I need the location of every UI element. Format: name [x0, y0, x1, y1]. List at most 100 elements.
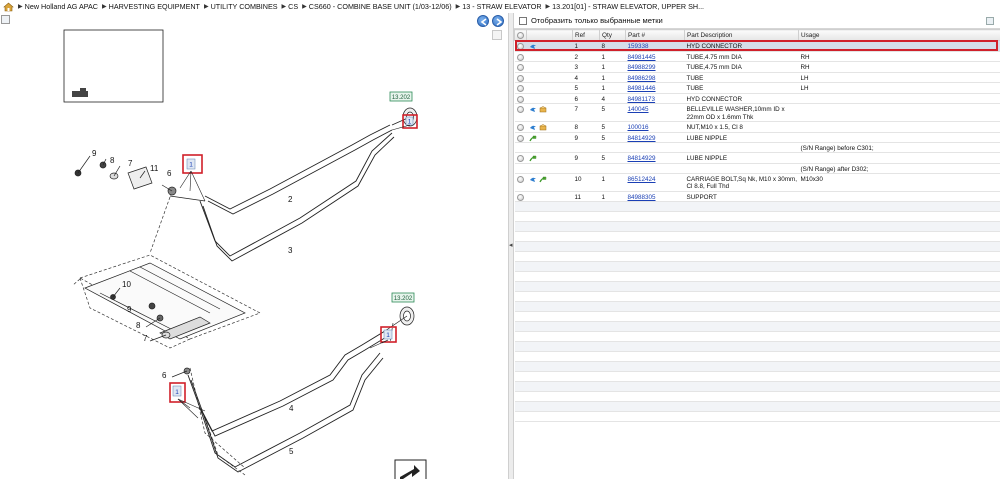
row-select-icon[interactable]: [516, 134, 524, 142]
part-number-cell[interactable]: 84814929: [625, 152, 685, 164]
table-row[interactable]: 4 1 84986298 TUBE LH: [514, 72, 1000, 83]
table-row[interactable]: 5 1 84981446 TUBE LH: [514, 82, 1000, 94]
row-select-icon[interactable]: [516, 53, 524, 61]
part-number-cell[interactable]: 84988305: [625, 191, 685, 202]
table-row[interactable]: 9 5 84814929 LUBE NIPPLE: [514, 152, 1000, 164]
show-selected-checkbox[interactable]: [519, 16, 527, 25]
table-row[interactable]: 6 4 84981173 HYD CONNECTOR: [514, 93, 1000, 104]
breadcrumb-item[interactable]: ▶ CS660 - COMBINE BASE UNIT (1/03-12/06): [302, 2, 452, 11]
callout-highlight-1b[interactable]: 1: [182, 154, 203, 174]
part-number-cell[interactable]: 84814929: [625, 132, 685, 143]
collapse-arrow-icon[interactable]: ◂: [509, 241, 513, 249]
part-number-link[interactable]: 159338: [628, 43, 649, 50]
breadcrumb-item[interactable]: ▶ UTILITY COMBINES: [204, 2, 278, 11]
header-part-number[interactable]: Part #: [625, 29, 685, 41]
row-select-cell[interactable]: [514, 173, 527, 192]
part-number-link[interactable]: 84988299: [628, 64, 656, 71]
table-row[interactable]: 2 1 84981445 TUBE,4.75 mm DIA RH: [514, 51, 1000, 62]
header-select[interactable]: [514, 29, 527, 41]
part-number-cell[interactable]: [625, 142, 685, 153]
row-select-cell[interactable]: [514, 152, 527, 164]
part-number-link[interactable]: 84814929: [628, 155, 656, 162]
row-select-icon[interactable]: [516, 74, 524, 82]
usage-note-row[interactable]: (S/N Range) after D302;: [514, 163, 1000, 174]
row-select-icon[interactable]: [516, 85, 524, 92]
table-row[interactable]: 9 5 84814929 LUBE NIPPLE: [514, 132, 1000, 143]
part-number-cell[interactable]: 84981445: [625, 51, 685, 62]
row-select-icon[interactable]: [516, 155, 524, 162]
row-select-icon[interactable]: [516, 64, 524, 71]
callout-highlight-1c[interactable]: 1: [380, 326, 397, 343]
row-select-cell[interactable]: [514, 142, 527, 153]
part-number-cell[interactable]: 84981446: [625, 82, 685, 94]
part-number-link[interactable]: 84981446: [628, 85, 656, 92]
print-icon[interactable]: [986, 17, 994, 25]
package-icon[interactable]: [539, 106, 547, 113]
row-select-cell[interactable]: [514, 103, 527, 122]
row-select-cell[interactable]: [514, 72, 527, 83]
ref-tag-lower[interactable]: 13.202: [391, 292, 415, 303]
show-selected-label[interactable]: Отобразить только выбранные метки: [531, 16, 663, 25]
part-number-cell[interactable]: 140045: [625, 103, 685, 122]
row-select-icon[interactable]: [516, 193, 524, 201]
part-number-cell[interactable]: 84988299: [625, 61, 685, 73]
part-number-link[interactable]: 86512424: [628, 176, 656, 183]
header-part-description[interactable]: Part Description: [684, 29, 799, 41]
part-number-cell[interactable]: 159338: [625, 40, 685, 52]
part-number-cell[interactable]: 84986298: [625, 72, 685, 83]
part-number-link[interactable]: 84814929: [628, 135, 656, 142]
info-icon[interactable]: [529, 124, 537, 131]
row-select-cell[interactable]: [514, 191, 527, 202]
table-row[interactable]: 11 1 84988305 SUPPORT: [514, 191, 1000, 202]
row-select-cell[interactable]: [514, 40, 527, 52]
breadcrumb-item[interactable]: ▶ CS: [282, 2, 299, 11]
row-select-icon[interactable]: [516, 95, 524, 103]
breadcrumb-item[interactable]: ▶ New Holland AG APAC: [18, 2, 98, 11]
package-icon[interactable]: [539, 124, 547, 131]
part-number-cell[interactable]: [625, 163, 685, 174]
info-icon[interactable]: [529, 106, 537, 113]
info-icon[interactable]: [529, 43, 537, 50]
table-row[interactable]: 10 1 86512424 CARRIAGE BOLT,Sq Nk, M10 x 30…: [514, 173, 1000, 192]
row-select-icon[interactable]: [516, 106, 524, 113]
row-select-cell[interactable]: [514, 51, 527, 62]
home-icon[interactable]: [3, 2, 14, 12]
part-number-link[interactable]: 84981445: [628, 54, 656, 61]
green-arrow-icon[interactable]: [528, 155, 537, 162]
empty-row: [514, 361, 1000, 372]
table-row[interactable]: 3 1 84988299 TUBE,4.75 mm DIA RH: [514, 61, 1000, 73]
row-select-cell[interactable]: [514, 61, 527, 73]
part-number-link[interactable]: 84988305: [628, 194, 656, 201]
breadcrumb-item[interactable]: ▶ 13 - STRAW ELEVATOR: [456, 2, 542, 11]
row-select-icon[interactable]: [516, 175, 524, 183]
part-number-link[interactable]: 140045: [628, 106, 649, 113]
row-select-cell[interactable]: [514, 121, 527, 133]
part-number-link[interactable]: 84981173: [628, 96, 656, 103]
breadcrumb-item[interactable]: ▶ HARVESTING EQUIPMENT: [102, 2, 200, 11]
row-select-icon[interactable]: [516, 124, 524, 131]
part-number-link[interactable]: 100016: [628, 124, 649, 131]
row-select-cell[interactable]: [514, 163, 527, 174]
part-number-cell[interactable]: 84981173: [625, 93, 685, 104]
green-arrow-icon[interactable]: [538, 176, 547, 183]
select-all-icon[interactable]: [517, 31, 524, 39]
green-arrow-icon[interactable]: [528, 135, 537, 142]
header-ref[interactable]: Ref: [572, 29, 600, 41]
table-row[interactable]: 1 8 159338 HYD CONNECTOR: [514, 40, 1000, 52]
usage-note-row[interactable]: (S/N Range) before C301;: [514, 142, 1000, 153]
header-usage[interactable]: Usage: [798, 29, 1000, 41]
table-row[interactable]: 8 5 100016 NUT,M10 x 1.5, Cl 8: [514, 121, 1000, 133]
part-number-cell[interactable]: 100016: [625, 121, 685, 133]
row-select-cell[interactable]: [514, 132, 527, 143]
part-number-cell[interactable]: 86512424: [625, 173, 685, 192]
export-icon[interactable]: [394, 459, 427, 479]
ref-tag-upper[interactable]: 13.202: [389, 91, 413, 102]
row-select-cell[interactable]: [514, 93, 527, 104]
part-number-link[interactable]: 84986298: [628, 75, 656, 82]
callout-highlight-1d[interactable]: 1: [169, 382, 186, 403]
header-qty[interactable]: Qty: [599, 29, 626, 41]
row-select-icon[interactable]: [516, 43, 524, 50]
info-icon[interactable]: [529, 176, 537, 183]
table-row[interactable]: 7 5 140045 BELLEVILLE WASHER,10mm ID x 22mm…: [514, 103, 1000, 122]
row-select-cell[interactable]: [514, 82, 527, 94]
